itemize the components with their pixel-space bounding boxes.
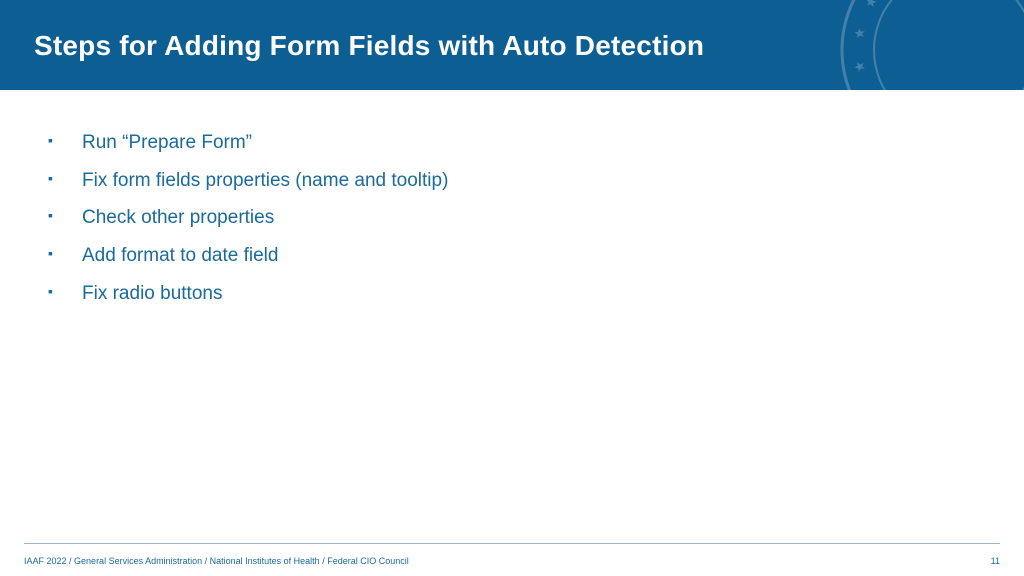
slide-body: Run “Prepare Form” Fix form fields prope… bbox=[46, 130, 978, 318]
footer-segment: General Services Administration bbox=[67, 556, 203, 566]
seal-icon bbox=[834, 0, 1024, 90]
footer-divider bbox=[24, 543, 1000, 544]
list-item: Add format to date field bbox=[46, 243, 978, 269]
list-item: Check other properties bbox=[46, 205, 978, 231]
footer-segment: National Institutes of Health bbox=[202, 556, 320, 566]
page-number: 11 bbox=[991, 556, 1000, 566]
slide-title: Steps for Adding Form Fields with Auto D… bbox=[34, 30, 704, 62]
list-item: Run “Prepare Form” bbox=[46, 130, 978, 156]
slide-header: Steps for Adding Form Fields with Auto D… bbox=[0, 0, 1024, 90]
footer-segment: Federal CIO Council bbox=[320, 556, 409, 566]
list-item: Fix form fields properties (name and too… bbox=[46, 168, 978, 194]
footer-segment: IAAF 2022 bbox=[24, 556, 67, 566]
footer-text: IAAF 2022General Services Administration… bbox=[24, 556, 409, 566]
slide: Steps for Adding Form Fields with Auto D… bbox=[0, 0, 1024, 576]
bullet-list: Run “Prepare Form” Fix form fields prope… bbox=[46, 130, 978, 306]
list-item: Fix radio buttons bbox=[46, 281, 978, 307]
